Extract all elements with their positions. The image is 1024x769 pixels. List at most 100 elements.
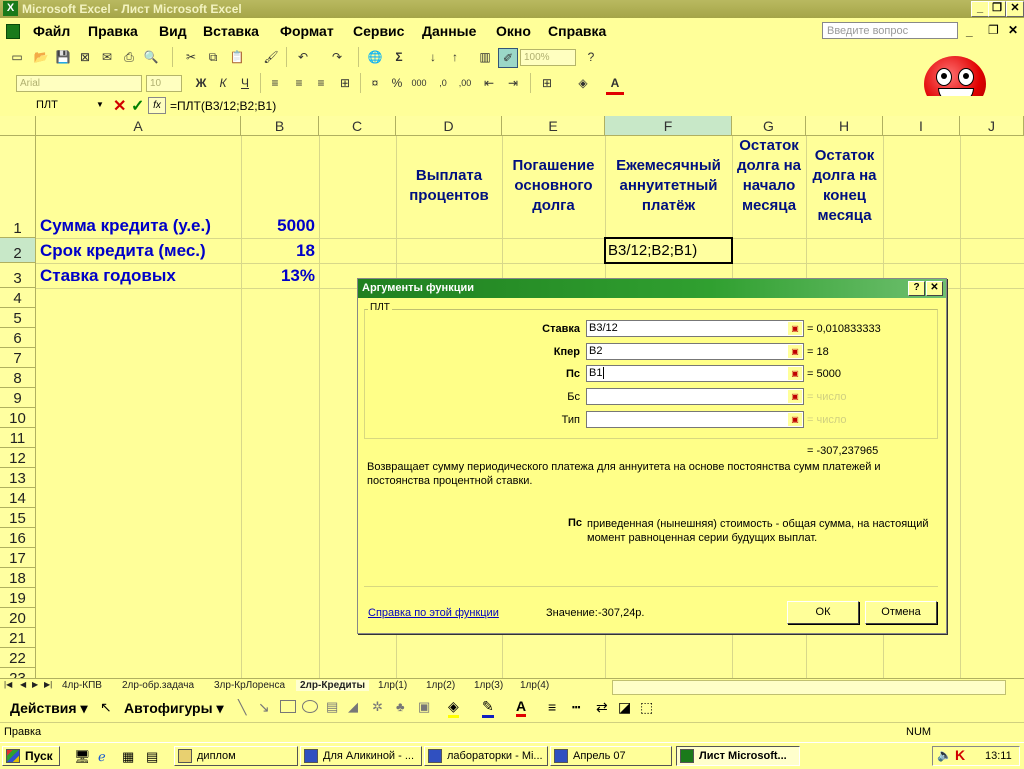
enter-icon[interactable]: ✓	[131, 96, 144, 116]
sort-desc-icon[interactable]: ↑	[446, 48, 464, 66]
volume-icon[interactable]: 🔈	[937, 748, 952, 762]
row-header-21[interactable]: 21	[0, 628, 36, 648]
function-help-link[interactable]: Справка по этой функции	[368, 607, 499, 619]
thousands-icon[interactable]: 000	[410, 74, 428, 92]
menu-data[interactable]: Данные	[422, 23, 476, 39]
collapse-dialog-icon[interactable]: ▣	[788, 413, 802, 426]
font-color-draw-icon[interactable]: A	[516, 698, 527, 717]
menu-help[interactable]: Справка	[548, 23, 606, 39]
cell-a1[interactable]: Сумма кредита (у.е.)	[40, 216, 211, 236]
cell-b3[interactable]: 13%	[244, 266, 315, 286]
undo-icon[interactable]: ↶	[294, 48, 312, 66]
select-pointer-icon[interactable]: ↖	[100, 699, 112, 716]
arg-input-pv[interactable]: B1 ▣	[586, 365, 804, 382]
fill-color-draw-icon[interactable]: ◈	[448, 698, 459, 718]
column-header-h[interactable]: H	[806, 116, 883, 136]
font-size-select[interactable]: 10	[146, 75, 182, 92]
cut-icon[interactable]: ✂	[182, 48, 200, 66]
doc-close-button[interactable]: ✕	[1008, 23, 1018, 37]
row-header-14[interactable]: 14	[0, 488, 36, 508]
bold-icon[interactable]: Ж	[192, 74, 210, 92]
sheet-tab-6[interactable]: 1лр(2)	[426, 680, 455, 691]
row-header-6[interactable]: 6	[0, 328, 36, 348]
line-icon[interactable]: ╲	[238, 699, 246, 716]
menu-view[interactable]: Вид	[159, 23, 187, 39]
menu-window[interactable]: Окно	[496, 23, 531, 39]
currency-icon[interactable]: ¤	[366, 74, 384, 92]
line-style-icon[interactable]: ≡	[548, 699, 556, 715]
quick-launch-desktop-icon[interactable]: 🖥	[74, 749, 91, 765]
row-header-22[interactable]: 22	[0, 648, 36, 668]
tab-last-icon[interactable]: ▶|	[44, 680, 52, 689]
email-icon[interactable]: ✉	[98, 48, 116, 66]
preview-icon[interactable]: 🔍	[142, 48, 160, 66]
row-header-9[interactable]: 9	[0, 388, 36, 408]
font-color-icon[interactable]: A	[606, 74, 624, 95]
row-header-5[interactable]: 5	[0, 308, 36, 328]
cell-b1[interactable]: 5000	[244, 216, 315, 236]
collapse-dialog-icon[interactable]: ▣	[788, 322, 802, 335]
sheet-tab-5[interactable]: 1лр(1)	[378, 680, 407, 691]
column-header-c[interactable]: C	[319, 116, 396, 136]
column-header-d[interactable]: D	[396, 116, 502, 136]
maximize-button[interactable]: ❐	[988, 1, 1006, 17]
borders-icon[interactable]: ⊞	[538, 74, 556, 92]
sort-asc-icon[interactable]: ↓	[424, 48, 442, 66]
row-header-15[interactable]: 15	[0, 508, 36, 528]
taskbar-item-laboratorki[interactable]: лабораторки - Mi...	[424, 746, 548, 766]
minimize-button[interactable]: _	[971, 1, 989, 17]
taskbar-item-diplom[interactable]: диплом	[174, 746, 298, 766]
quick-launch-media-icon[interactable]: ▦	[122, 749, 134, 765]
zoom-select[interactable]: 100%	[520, 49, 576, 66]
row-header-18[interactable]: 18	[0, 568, 36, 588]
formula-input[interactable]: =ПЛТ(B3/12;B2;B1)	[170, 99, 276, 113]
diagram-icon[interactable]: ✲	[372, 699, 383, 715]
help-search-input[interactable]: Введите вопрос	[822, 22, 958, 39]
row-header-20[interactable]: 20	[0, 608, 36, 628]
underline-icon[interactable]: Ч	[236, 74, 254, 92]
tab-next-icon[interactable]: ▶	[32, 680, 38, 689]
collapse-dialog-icon[interactable]: ▣	[788, 367, 802, 380]
sheet-tab-4-active[interactable]: 2лр-Кредиты	[296, 680, 370, 691]
redo-icon[interactable]: ↷	[328, 48, 346, 66]
arg-input-nper[interactable]: B2 ▣	[586, 343, 804, 360]
copy-icon[interactable]: ⧉	[204, 48, 222, 66]
horizontal-scrollbar[interactable]	[612, 680, 1006, 695]
fill-color-icon[interactable]: ◈	[574, 74, 592, 92]
row-header-10[interactable]: 10	[0, 408, 36, 428]
column-header-e[interactable]: E	[502, 116, 605, 136]
row-header-12[interactable]: 12	[0, 448, 36, 468]
sheet-tab-8[interactable]: 1лр(4)	[520, 680, 549, 691]
row-header-16[interactable]: 16	[0, 528, 36, 548]
open-icon[interactable]: 📂	[32, 48, 50, 66]
column-header-i[interactable]: I	[883, 116, 960, 136]
cell-b2[interactable]: 18	[244, 241, 315, 261]
arg-input-type[interactable]: ▣	[586, 411, 804, 428]
collapse-dialog-icon[interactable]: ▣	[788, 345, 802, 358]
taskbar-item-alikina[interactable]: Для Аликиной - ...	[300, 746, 422, 766]
row-header-7[interactable]: 7	[0, 348, 36, 368]
menu-tools[interactable]: Сервис	[353, 23, 404, 39]
cancel-icon[interactable]: ✕	[113, 96, 126, 116]
textbox-icon[interactable]: ▤	[326, 699, 338, 715]
row-header-17[interactable]: 17	[0, 548, 36, 568]
paste-icon[interactable]: 📋	[228, 48, 246, 66]
row-header-4[interactable]: 4	[0, 288, 36, 308]
row-header-13[interactable]: 13	[0, 468, 36, 488]
oval-icon[interactable]	[302, 700, 318, 713]
column-header-g[interactable]: G	[732, 116, 806, 136]
menu-insert[interactable]: Вставка	[203, 23, 259, 39]
row-header-19[interactable]: 19	[0, 588, 36, 608]
sheet-tab-7[interactable]: 1лр(3)	[474, 680, 503, 691]
column-header-a[interactable]: A	[36, 116, 241, 136]
start-button[interactable]: Пуск	[2, 746, 60, 766]
column-header-f[interactable]: F	[605, 116, 732, 136]
decrease-indent-icon[interactable]: ⇤	[480, 74, 498, 92]
close-button[interactable]: ✕	[1006, 1, 1024, 17]
increase-indent-icon[interactable]: ⇥	[504, 74, 522, 92]
drawing-toggle-icon[interactable]: ✐	[498, 48, 518, 68]
3d-icon[interactable]: ⬚	[640, 699, 653, 716]
taskbar-item-excel-active[interactable]: Лист Microsoft...	[676, 746, 800, 766]
ok-button[interactable]: ОК	[787, 601, 859, 624]
arg-input-fv[interactable]: ▣	[586, 388, 804, 405]
